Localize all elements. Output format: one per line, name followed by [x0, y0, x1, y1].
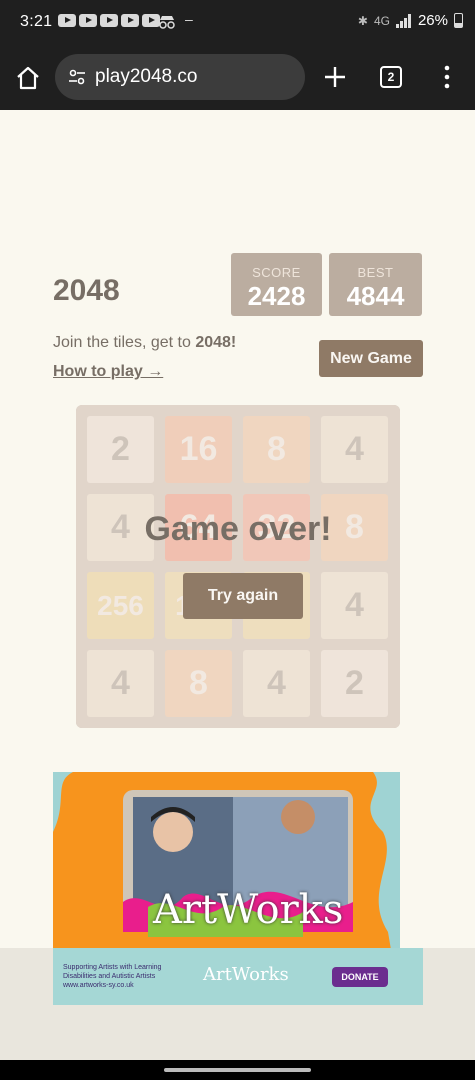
best-value: 4844: [346, 281, 405, 311]
status-time: 3:21: [20, 13, 53, 30]
status-dash: –: [185, 11, 193, 27]
home-icon[interactable]: [14, 64, 42, 92]
ad-brand-logo: ArtWorks: [153, 887, 344, 933]
game-over-overlay: [76, 405, 400, 728]
youtube-icon: [79, 14, 97, 27]
tab-switcher-button[interactable]: 2: [380, 66, 402, 88]
try-again-button[interactable]: Try again: [183, 573, 303, 619]
best-box: BEST 4844: [329, 253, 422, 316]
best-label: BEST: [357, 265, 394, 280]
donate-button[interactable]: DONATE: [332, 967, 388, 987]
youtube-icon: [100, 14, 118, 27]
intro-prefix: Join the tiles, get to: [53, 334, 191, 351]
signal-icon: [395, 13, 412, 28]
score-box: SCORE 2428: [231, 253, 322, 316]
game-over-message: Game over!: [144, 510, 332, 548]
game-title: 2048: [53, 274, 120, 307]
incognito-icon: [159, 16, 175, 29]
intro-goal: 2048!: [195, 334, 237, 351]
ad-brand-small: ArtWorks: [203, 964, 289, 985]
status-bar: 3:21 – ✱ 4G 26%: [0, 0, 475, 46]
status-right: ✱ 4G 26%: [358, 12, 463, 29]
youtube-icon: [121, 14, 139, 27]
site-settings-icon[interactable]: [67, 67, 87, 87]
ad-website: www.artworks-sy.co.uk: [63, 982, 134, 989]
battery-percent: 26%: [417, 12, 448, 29]
new-tab-icon[interactable]: [322, 64, 348, 90]
bluetooth-icon: ✱: [357, 13, 368, 28]
ad-footer[interactable]: Supporting Artists with Learning Disabil…: [53, 948, 423, 1005]
youtube-icon: [58, 14, 76, 27]
more-menu-icon[interactable]: [436, 64, 458, 90]
url-text: play2048.co: [95, 66, 198, 87]
ad-tagline: Supporting Artists with Learning Disabil…: [63, 963, 183, 990]
network-type: 4G: [373, 13, 390, 28]
score-value: 2428: [247, 281, 306, 311]
url-bar[interactable]: play2048.co: [55, 54, 305, 100]
page: 2048 SCORE 2428 BEST 4844 Join the tiles…: [0, 110, 475, 1060]
browser-toolbar: play2048.co 2: [0, 46, 475, 110]
gesture-bar: [0, 1060, 475, 1080]
battery-icon: [454, 13, 463, 28]
notification-icons: [58, 14, 160, 27]
how-to-play-link[interactable]: How to play →: [53, 363, 163, 381]
ad-tagline-text: Supporting Artists with Learning Disabil…: [63, 964, 162, 980]
intro-text: Join the tiles, get to 2048!: [53, 334, 236, 352]
score-label: SCORE: [252, 265, 301, 280]
new-game-button[interactable]: New Game: [319, 340, 423, 377]
